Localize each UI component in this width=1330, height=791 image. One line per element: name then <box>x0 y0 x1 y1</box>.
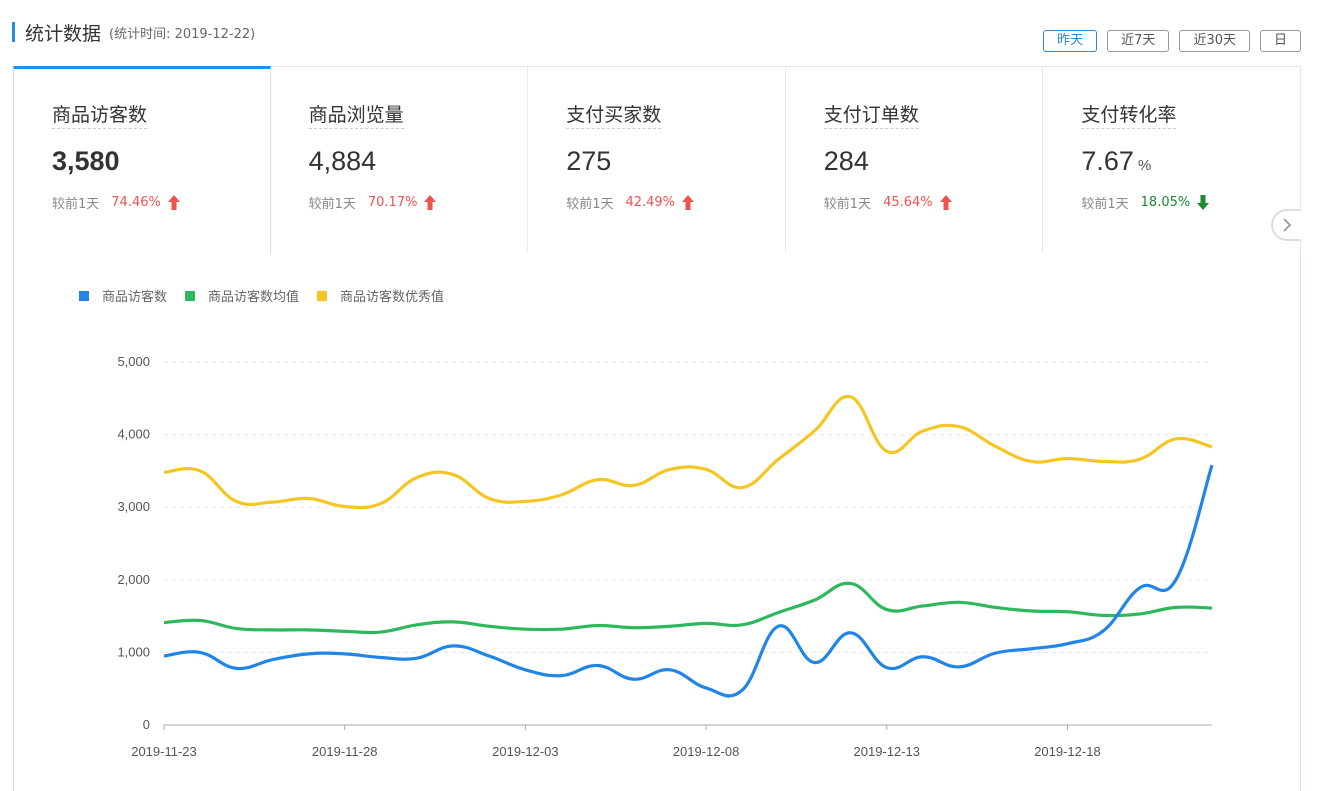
change-percent: 45.64% <box>883 195 933 210</box>
y-tick-label: 0 <box>143 717 150 732</box>
metric-cards: 商品访客数 3,580 较前1天 74.46% 商品浏览量 4,884 较前1天… <box>13 66 1301 254</box>
y-tick-label: 5,000 <box>117 354 150 369</box>
header-accent-bar <box>12 22 15 42</box>
y-tick-label: 2,000 <box>117 572 150 587</box>
metric-label: 支付买家数 <box>566 100 662 129</box>
y-tick-label: 3,000 <box>117 499 150 514</box>
arrow-up-icon <box>682 195 695 210</box>
range-30days-button[interactable]: 近30天 <box>1179 30 1250 52</box>
compare-label: 较前1天 <box>823 197 872 212</box>
range-day-button[interactable]: 日 <box>1259 30 1301 52</box>
change-percent: 70.17% <box>367 195 418 210</box>
x-tick-label: 2019-11-28 <box>312 744 378 759</box>
compare-label: 较前1天 <box>308 197 356 212</box>
arrow-down-icon <box>1197 195 1210 210</box>
chevron-right-icon <box>1283 218 1292 232</box>
metric-compare: 较前1天 45.64% <box>824 193 1043 212</box>
metric-card-paying-buyers[interactable]: 支付买家数 275 较前1天 42.49% <box>528 66 786 253</box>
metric-value: 284 <box>823 146 869 176</box>
metric-compare: 较前1天 42.49% <box>566 193 785 212</box>
range-yesterday-button[interactable]: 昨天 <box>1043 30 1098 52</box>
metric-value: 275 <box>566 146 612 176</box>
compare-label: 较前1天 <box>566 197 614 212</box>
metric-card-pageviews[interactable]: 商品浏览量 4,884 较前1天 70.17% <box>270 66 529 253</box>
line-chart: 0 1,000 2,000 3,000 4,000 5,000 2019-11-23 2019… <box>117 354 1214 759</box>
stat-time: (统计时间: 2019-12-22) <box>109 26 256 42</box>
metric-label: 商品浏览量 <box>308 100 404 129</box>
section-title: 统计数据 <box>25 22 102 45</box>
range-7days-button[interactable]: 近7天 <box>1107 30 1170 52</box>
metric-compare: 较前1天 70.17% <box>309 193 528 212</box>
metric-label: 商品访客数 <box>52 100 148 129</box>
trend-chart-panel: 商品访客数 商品访客数均值 商品访客数优秀值 0 1,000 2,000 3,000 4… <box>13 252 1301 791</box>
next-metrics-button[interactable] <box>1271 209 1301 241</box>
metric-value: 4,884 <box>308 146 377 176</box>
section-header: 统计数据 (统计时间: 2019-12-22) <box>12 20 256 45</box>
x-tick-label: 2019-11-23 <box>131 744 197 759</box>
metric-label: 支付订单数 <box>823 100 919 129</box>
x-tick-label: 2019-12-13 <box>854 744 921 759</box>
x-tick-label: 2019-12-03 <box>492 744 559 759</box>
date-range-selector: 昨天 近7天 近30天 日 <box>1043 30 1301 52</box>
y-tick-label: 1,000 <box>117 644 150 659</box>
x-tick-label: 2019-12-18 <box>1034 744 1101 759</box>
change-percent: 74.46% <box>111 195 161 210</box>
metric-compare: 较前1天 74.46% <box>52 193 270 212</box>
metric-label: 支付转化率 <box>1081 100 1177 129</box>
y-tick-label: 4,000 <box>117 427 150 442</box>
compare-label: 较前1天 <box>1081 197 1129 212</box>
metric-card-conversion-rate[interactable]: 支付转化率 7.67% 较前1天 18.05% <box>1043 66 1301 253</box>
compare-label: 较前1天 <box>52 197 100 212</box>
arrow-up-icon <box>939 195 952 210</box>
metric-card-visitors[interactable]: 商品访客数 3,580 较前1天 74.46% <box>13 66 271 254</box>
arrow-up-icon <box>424 195 437 210</box>
series-line-average <box>163 581 1213 635</box>
series-line-excellent <box>163 395 1213 510</box>
metric-value: 7.67% <box>1081 146 1152 176</box>
arrow-up-icon <box>167 195 180 210</box>
metric-compare: 较前1天 18.05% <box>1081 193 1300 212</box>
change-percent: 42.49% <box>625 195 676 210</box>
metric-card-paid-orders[interactable]: 支付订单数 284 较前1天 45.64% <box>785 66 1044 253</box>
metric-value: 3,580 <box>52 146 120 176</box>
change-percent: 18.05% <box>1140 195 1191 210</box>
x-tick-label: 2019-12-08 <box>673 744 740 759</box>
